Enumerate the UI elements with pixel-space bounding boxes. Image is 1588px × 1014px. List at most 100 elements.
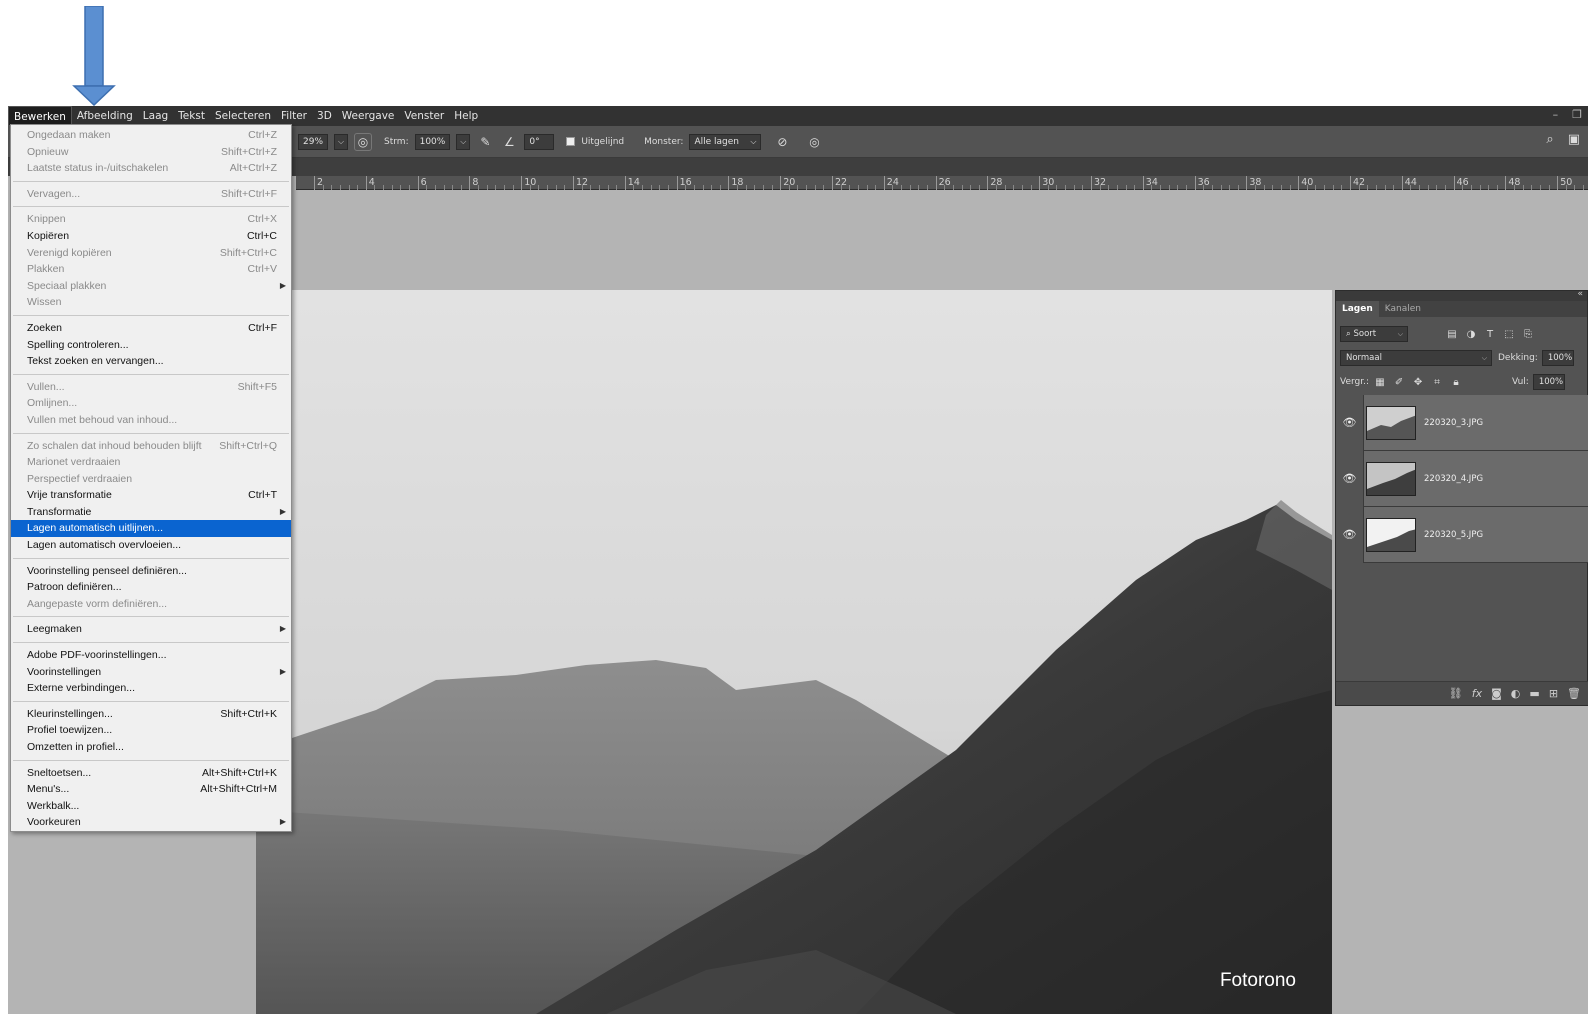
tab-lagen[interactable]: Lagen [1336, 301, 1379, 317]
lock-transparent-icon[interactable]: ▦ [1372, 374, 1388, 390]
zoom-dropdown-chevron-icon[interactable]: ⌵ [334, 133, 349, 150]
edit-menu-item[interactable]: Omzetten in profiel... [11, 739, 291, 756]
new-layer-icon[interactable]: ⊞ [1549, 687, 1558, 700]
edit-menu-item[interactable]: Verenigd kopiëren Shift+Ctrl+C [11, 245, 291, 262]
layer-row[interactable]: 👁︎ 220320_4.JPG [1336, 450, 1588, 507]
tab-kanalen[interactable]: Kanalen [1379, 301, 1427, 317]
menu-item-label: Lagen automatisch uitlijnen... [27, 522, 164, 535]
menu-bewerken[interactable]: Bewerken [8, 106, 72, 126]
smart-object-filter-icon[interactable]: ⎘ [1520, 326, 1536, 342]
edit-menu-item[interactable]: Zo schalen dat inhoud behouden blijft Shi… [11, 438, 291, 455]
pressure-icon[interactable]: ✎ [476, 133, 494, 151]
type-filter-icon[interactable]: T [1482, 326, 1498, 342]
edit-menu-item[interactable]: Vrije transformatie Ctrl+T [11, 487, 291, 504]
edit-menu-item[interactable]: Speciaal plakken ▶ [11, 278, 291, 295]
edit-menu-item[interactable]: Ongedaan maken Ctrl+Z [11, 127, 291, 144]
menu-help[interactable]: Help [449, 106, 483, 126]
edit-menu-item[interactable]: Omlijnen... [11, 395, 291, 412]
aligned-checkbox[interactable] [566, 137, 576, 146]
edit-menu-item[interactable]: Profiel toewijzen... [11, 722, 291, 739]
edit-menu-item[interactable]: Kopiëren Ctrl+C [11, 228, 291, 245]
eye-icon[interactable]: 👁︎ [1336, 394, 1364, 451]
pixel-filter-icon[interactable]: ▤ [1444, 326, 1460, 342]
lock-artboard-icon[interactable]: ⌗ [1429, 374, 1445, 390]
window-controls: – ❐ [1553, 108, 1582, 121]
edit-menu-item[interactable]: Aangepaste vorm definiëren... [11, 596, 291, 613]
minimize-icon[interactable]: – [1553, 108, 1559, 121]
edit-menu-item[interactable]: Sneltoetsen... Alt+Shift+Ctrl+K [11, 765, 291, 782]
edit-menu-item[interactable]: Voorinstelling penseel definiëren... [11, 563, 291, 580]
ignore-adjustment-layers-icon[interactable]: ⊘ [773, 133, 791, 151]
edit-menu-item[interactable]: Patroon definiëren... [11, 579, 291, 596]
collapse-panel-icon[interactable]: « [1577, 289, 1583, 299]
airbrush-icon[interactable]: ◎ [354, 132, 373, 151]
edit-menu-item[interactable]: Spelling controleren... [11, 337, 291, 354]
sample-select[interactable]: Alle lagen ⌵ [689, 133, 762, 150]
opacity-field[interactable]: 100% [1541, 350, 1574, 366]
edit-menu-item[interactable]: Opnieuw Shift+Ctrl+Z [11, 144, 291, 161]
menu-venster[interactable]: Venster [399, 106, 449, 126]
edit-menu-item[interactable]: Adobe PDF-voorinstellingen... [11, 647, 291, 664]
layer-filter-select[interactable]: ⌕ Soort ⌵ [1340, 326, 1408, 342]
menu-laag[interactable]: Laag [138, 106, 173, 126]
edit-menu-item[interactable]: Lagen automatisch overvloeien... [11, 537, 291, 554]
edit-menu-item[interactable]: Menu's... Alt+Shift+Ctrl+M [11, 781, 291, 798]
fx-icon[interactable]: fx [1472, 687, 1482, 700]
fill-field[interactable]: 100% [1532, 374, 1565, 390]
edit-menu-item[interactable]: Vervagen... Shift+Ctrl+F [11, 186, 291, 203]
lock-position-icon[interactable]: ✥ [1410, 374, 1426, 390]
edit-menu-item[interactable]: Wissen [11, 294, 291, 311]
restore-icon[interactable]: ❐ [1572, 108, 1582, 121]
shape-filter-icon[interactable]: ⬚ [1501, 326, 1517, 342]
edit-menu-item[interactable]: Perspectief verdraaien [11, 471, 291, 488]
eye-icon[interactable]: 👁︎ [1336, 506, 1364, 563]
edit-menu-item[interactable]: Voorkeuren ▶ [11, 814, 291, 831]
edit-menu-item[interactable]: Zoeken Ctrl+F [11, 320, 291, 337]
menu-selecteren[interactable]: Selecteren [210, 106, 276, 126]
edit-menu-item[interactable]: Tekst zoeken en vervangen... [11, 353, 291, 370]
strength-dropdown-chevron-icon[interactable]: ⌵ [456, 133, 471, 150]
edit-menu-item[interactable]: Marionet verdraaien [11, 454, 291, 471]
edit-menu-item[interactable]: Leegmaken ▶ [11, 621, 291, 638]
lock-all-icon[interactable]: 🔒︎ [1448, 374, 1464, 390]
edit-menu-item[interactable]: Werkbalk... [11, 798, 291, 815]
menu-item-label: Vullen met behoud van inhoud... [27, 413, 178, 426]
new-group-icon[interactable]: ▬ [1529, 687, 1539, 700]
menu-item-label: Transformatie [27, 505, 92, 518]
pressure-size-icon[interactable]: ◎ [805, 133, 823, 151]
strength-field[interactable]: 100% [414, 133, 451, 150]
menu-afbeelding[interactable]: Afbeelding [72, 106, 138, 126]
add-mask-icon[interactable]: ◙ [1491, 687, 1502, 700]
menu-weergave[interactable]: Weergave [337, 106, 400, 126]
trash-icon[interactable]: 🗑︎ [1567, 687, 1581, 700]
menu-filter[interactable]: Filter [276, 106, 312, 126]
adjustment-filter-icon[interactable]: ◑ [1463, 326, 1479, 342]
edit-menu-item[interactable]: Lagen automatisch uitlijnen... [11, 520, 291, 538]
ruler-tick-label: 22 [832, 176, 847, 190]
eye-icon[interactable]: 👁︎ [1336, 450, 1364, 507]
lock-image-icon[interactable]: ✐ [1391, 374, 1407, 390]
edit-menu-item[interactable]: Transformatie ▶ [11, 504, 291, 521]
workspace-icon[interactable]: ▣ [1568, 132, 1580, 147]
edit-menu-item[interactable]: Laatste status in-/uitschakelen Alt+Ctrl+… [11, 160, 291, 177]
menu-tekst[interactable]: Tekst [173, 106, 210, 126]
edit-menu-item[interactable]: Kleurinstellingen... Shift+Ctrl+K [11, 706, 291, 723]
search-icon[interactable]: ⌕ [1546, 132, 1553, 147]
edit-menu-item[interactable]: Vullen met behoud van inhoud... [11, 412, 291, 429]
zoom-field[interactable]: 29% [298, 133, 329, 150]
edit-menu-item[interactable]: Plakken Ctrl+V [11, 261, 291, 278]
edit-menu-item[interactable]: Knippen Ctrl+X [11, 211, 291, 228]
menu-item-label: Leegmaken [27, 623, 82, 636]
layer-row[interactable]: 👁︎ 220320_3.JPG [1336, 394, 1588, 451]
adjustment-layer-icon[interactable]: ◐ [1511, 687, 1521, 700]
angle-field[interactable]: 0° [524, 133, 555, 150]
menu-item-shortcut: Shift+Ctrl+Q [219, 439, 277, 452]
layer-row[interactable]: 👁︎ 220320_5.JPG [1336, 506, 1588, 563]
menu-3d[interactable]: 3D [312, 106, 337, 126]
edit-menu-item[interactable]: Voorinstellingen ▶ [11, 664, 291, 681]
menu-item-label: Vrije transformatie [27, 489, 112, 502]
edit-menu-item[interactable]: Externe verbindingen... [11, 680, 291, 697]
blend-mode-select[interactable]: Normaal ⌵ [1340, 350, 1492, 366]
edit-menu-item[interactable]: Vullen... Shift+F5 [11, 379, 291, 396]
link-layers-icon[interactable]: ⛓︎ [1449, 687, 1463, 700]
